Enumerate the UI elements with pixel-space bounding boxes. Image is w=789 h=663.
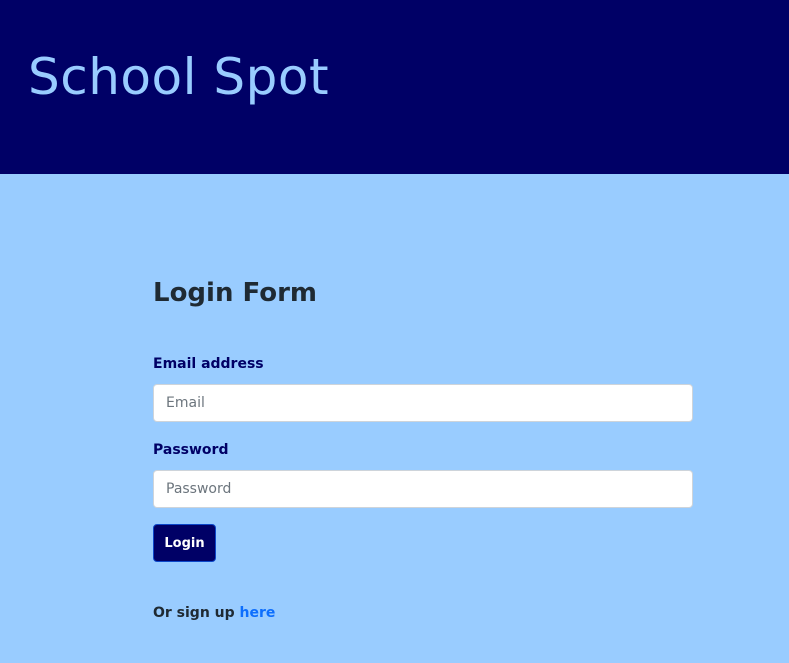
password-field[interactable] [153,470,693,508]
site-header: School Spot [0,0,789,174]
email-label: Email address [153,356,264,372]
email-field[interactable] [153,384,693,422]
form-title: Login Form [153,278,317,308]
signup-prompt: Or sign up here [153,604,275,622]
main-content: Login Form Email address Password Login … [0,174,789,663]
login-button[interactable]: Login [153,524,216,562]
signup-link[interactable]: here [240,605,276,621]
password-label: Password [153,442,229,458]
signup-prompt-text: Or sign up [153,605,240,621]
site-brand: School Spot [28,48,330,106]
